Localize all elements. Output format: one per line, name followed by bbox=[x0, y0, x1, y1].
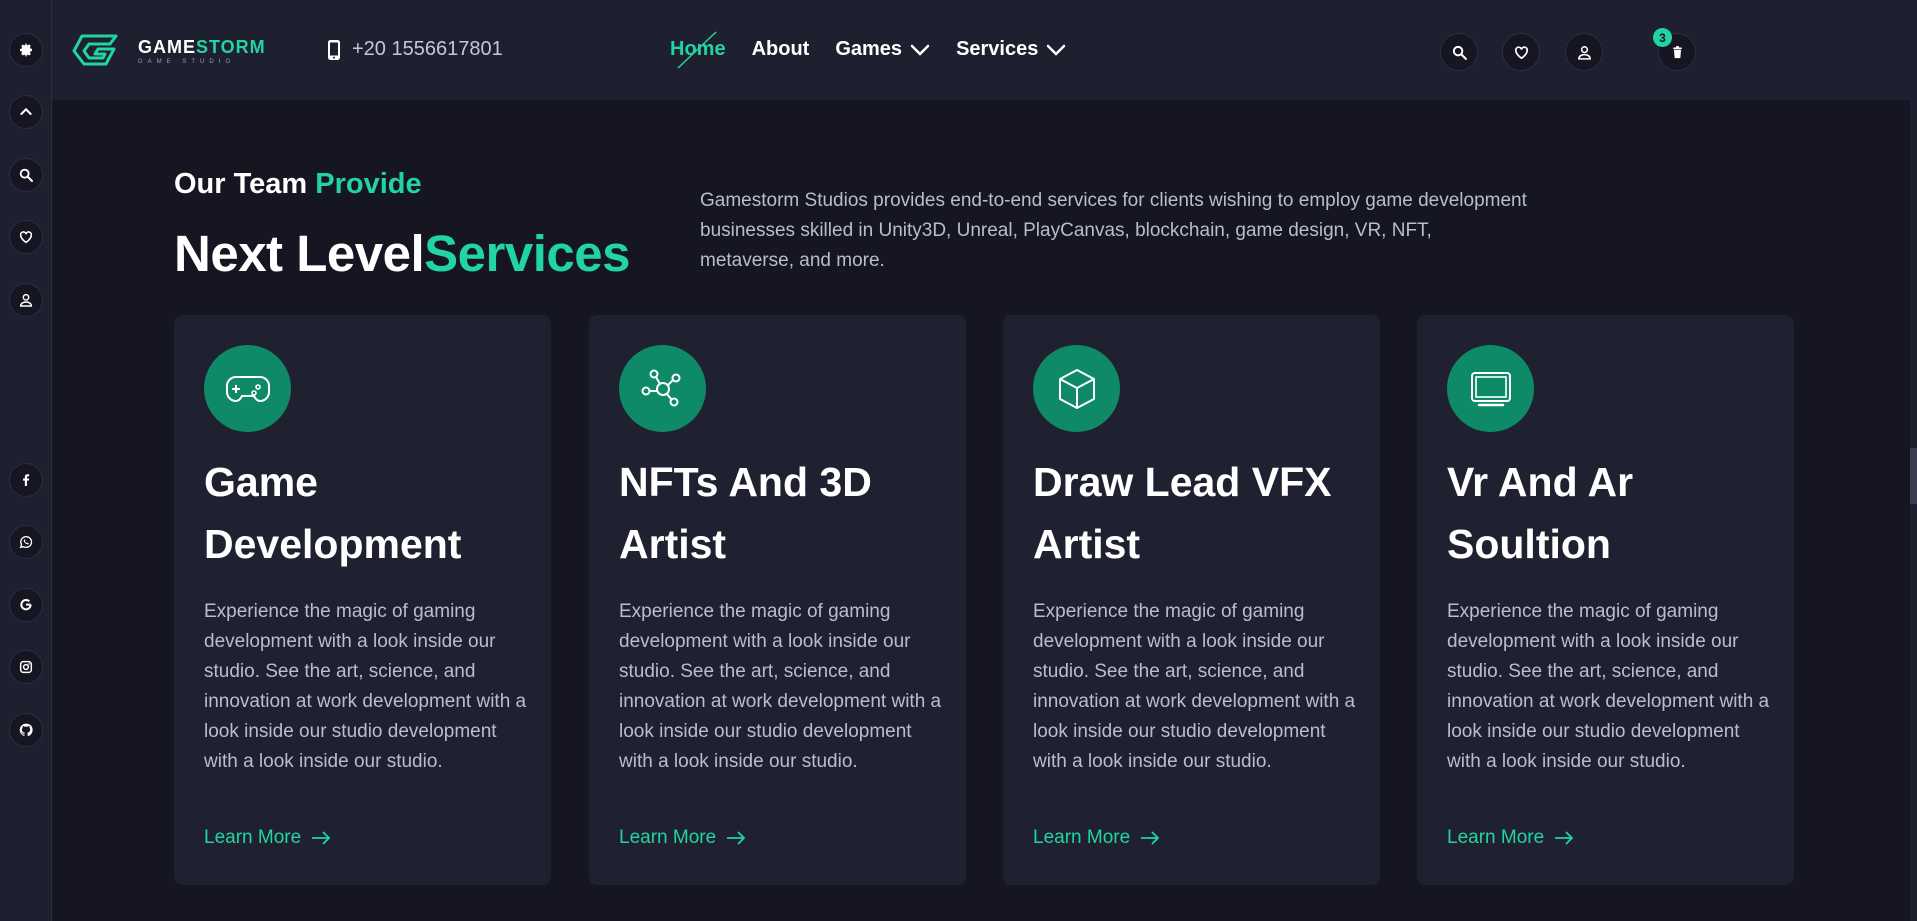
instagram-icon bbox=[19, 660, 33, 674]
learn-more-link[interactable]: Learn More bbox=[1033, 827, 1160, 849]
card-title: Draw Lead VFX Artist bbox=[1033, 459, 1332, 567]
card-description: Experience the magic of gaming developme… bbox=[619, 601, 942, 772]
user-icon bbox=[1577, 45, 1591, 60]
card-title: NFTs And 3D Artist bbox=[619, 459, 872, 567]
heart-icon bbox=[19, 231, 33, 244]
github-icon bbox=[19, 723, 33, 737]
google-icon bbox=[20, 599, 32, 611]
cart-icon bbox=[1672, 45, 1682, 58]
gear-icon bbox=[20, 43, 32, 57]
instagram-link[interactable] bbox=[9, 650, 43, 684]
brand-name: GAMESTORM bbox=[138, 36, 266, 57]
main-nav: Home About Games Services bbox=[670, 31, 1092, 69]
header-account-button[interactable] bbox=[1565, 33, 1603, 71]
page-scrollbar[interactable] bbox=[1910, 0, 1917, 921]
cube-icon bbox=[1058, 368, 1095, 409]
card-title: Vr And Ar Soultion bbox=[1447, 459, 1634, 567]
header-wishlist-button[interactable] bbox=[1502, 33, 1540, 71]
settings-button[interactable] bbox=[9, 33, 43, 67]
arrow-right-icon bbox=[1141, 831, 1160, 845]
cart-count-badge: 3 bbox=[1653, 28, 1672, 47]
brand-tagline: GAME STUDIO bbox=[138, 58, 236, 65]
active-slash-icon bbox=[677, 31, 717, 69]
sidebar-search-button[interactable] bbox=[9, 158, 43, 192]
card-icon-badge bbox=[1033, 345, 1120, 432]
arrow-right-icon bbox=[312, 831, 331, 845]
header-search-button[interactable] bbox=[1440, 33, 1478, 71]
card-icon-badge bbox=[1447, 345, 1534, 432]
service-card-nfts-3d-artist: NFTs And 3D Artist Experience the magic … bbox=[589, 315, 966, 885]
card-description: Experience the magic of gaming developme… bbox=[1033, 601, 1356, 772]
whatsapp-icon bbox=[19, 535, 33, 549]
card-description: Experience the magic of gaming developme… bbox=[204, 601, 527, 772]
google-link[interactable] bbox=[9, 588, 43, 622]
learn-more-link[interactable]: Learn More bbox=[1447, 827, 1574, 849]
gamestorm-logo-icon bbox=[72, 34, 118, 66]
section-headline: Next LevelServices bbox=[174, 225, 630, 282]
arrow-right-icon bbox=[727, 831, 746, 845]
mobile-phone-icon bbox=[328, 39, 340, 60]
header-cart-button[interactable]: 3 bbox=[1653, 28, 1696, 71]
nav-services[interactable]: Services bbox=[956, 38, 1066, 61]
section-intro: Gamestorm Studios provides end-to-end se… bbox=[700, 190, 1527, 271]
chevron-down-icon bbox=[910, 44, 930, 56]
brand-logo[interactable]: GAMESTORM GAME STUDIO bbox=[72, 34, 266, 68]
user-icon bbox=[19, 293, 33, 307]
service-card-draw-lead-vfx-artist: Draw Lead VFX Artist Experience the magi… bbox=[1003, 315, 1380, 885]
github-link[interactable] bbox=[9, 713, 43, 747]
gamepad-icon bbox=[225, 375, 270, 402]
card-description: Experience the magic of gaming developme… bbox=[1447, 601, 1770, 772]
card-title: Game Development bbox=[204, 459, 462, 567]
chevron-up-icon bbox=[20, 107, 32, 115]
monitor-icon bbox=[1470, 371, 1511, 406]
service-card-vr-ar-solution: Vr And Ar Soultion Experience the magic … bbox=[1417, 315, 1794, 885]
whatsapp-link[interactable] bbox=[9, 525, 43, 559]
chevron-down-icon bbox=[1047, 44, 1066, 56]
search-icon bbox=[1452, 45, 1467, 60]
phone-number: +20 1556617801 bbox=[352, 38, 503, 60]
arrow-right-icon bbox=[1555, 831, 1574, 845]
heart-icon bbox=[1514, 45, 1528, 59]
scrollbar-thumb[interactable] bbox=[1910, 448, 1917, 504]
nav-about[interactable]: About bbox=[752, 38, 810, 61]
left-sidebar bbox=[0, 0, 52, 921]
network-icon bbox=[641, 369, 680, 406]
phone-contact[interactable]: +20 1556617801 bbox=[326, 38, 503, 61]
card-icon-badge bbox=[619, 345, 706, 432]
learn-more-link[interactable]: Learn More bbox=[619, 827, 746, 849]
scroll-top-button[interactable] bbox=[9, 95, 43, 129]
sidebar-wishlist-button[interactable] bbox=[9, 220, 43, 254]
card-icon-badge bbox=[204, 345, 291, 432]
section-eyebrow: Our Team Provide bbox=[174, 168, 422, 200]
nav-home[interactable]: Home bbox=[670, 31, 726, 69]
facebook-link[interactable] bbox=[9, 463, 43, 497]
facebook-icon bbox=[23, 474, 30, 486]
service-card-game-development: Game Development Experience the magic of… bbox=[174, 315, 551, 885]
search-icon bbox=[19, 168, 33, 182]
site-header: GAMESTORM GAME STUDIO +20 1556617801 Hom… bbox=[52, 0, 1910, 100]
learn-more-link[interactable]: Learn More bbox=[204, 827, 331, 849]
nav-games[interactable]: Games bbox=[835, 38, 930, 61]
sidebar-account-button[interactable] bbox=[9, 283, 43, 317]
